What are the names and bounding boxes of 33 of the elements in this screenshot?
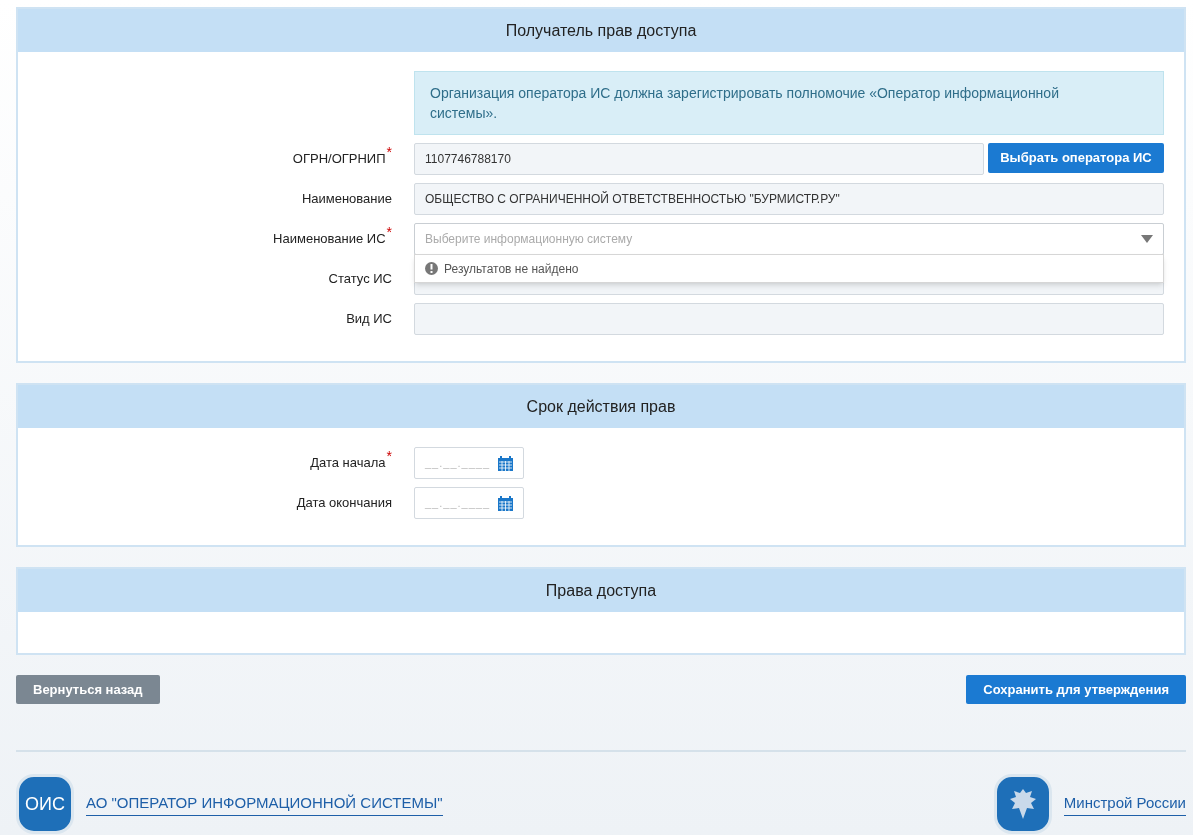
field-label: Вид ИС [346, 310, 392, 329]
back-button[interactable]: Вернуться назад [16, 675, 160, 704]
select-operator-button[interactable]: Выбрать оператора ИС [988, 143, 1164, 173]
caret-icon [1141, 235, 1153, 243]
logo-badge: ОИС [16, 774, 74, 834]
date-placeholder: __.__.____ [425, 495, 491, 511]
required-mark: * [386, 451, 392, 462]
operator-link[interactable]: АО "ОПЕРАТОР ИНФОРМАЦИОННОЙ СИСТЕМЫ" [86, 792, 443, 816]
required-mark: * [386, 147, 392, 158]
emblem-logo-icon [993, 774, 1052, 834]
required-mark: * [386, 227, 392, 238]
info-notice: Организация оператора ИС должна зарегистрировать полномочие «Оператор информационной системы». [414, 71, 1164, 135]
alert-icon [425, 262, 438, 275]
input-field[interactable] [414, 303, 1164, 335]
field-label: Наименование [301, 190, 392, 209]
select-field[interactable]: Выберите информационную систему [414, 223, 1164, 255]
dropdown-text: Результатов не найдено [444, 260, 579, 278]
save-button[interactable]: Сохранить для утверждения [966, 675, 1186, 704]
field-label: Статус ИС [328, 270, 392, 289]
input-field[interactable]: 1107746788170 [414, 143, 984, 175]
section-title: Получатель прав доступа [505, 20, 697, 41]
section-title: Срок действия прав [526, 396, 676, 417]
field-label: Дата начала [310, 454, 386, 473]
field-label: ОГРН/ОГРНИП [292, 150, 386, 169]
field-label: Наименование ИС [273, 230, 386, 249]
select-placeholder: Выберите информационную систему [425, 231, 633, 248]
section-title: Права доступа [545, 580, 657, 601]
date-placeholder: __.__.____ [425, 455, 491, 471]
ministry-link[interactable]: Минстрой России [1063, 792, 1186, 816]
calendar-icon[interactable] [498, 455, 513, 471]
input-field[interactable]: ОБЩЕСТВО С ОГРАНИЧЕННОЙ ОТВЕТСТВЕННОСТЬЮ "БУРМИСТР.РУ" [414, 183, 1164, 215]
field-label: Дата окончания [296, 494, 392, 513]
calendar-icon[interactable] [498, 495, 513, 511]
